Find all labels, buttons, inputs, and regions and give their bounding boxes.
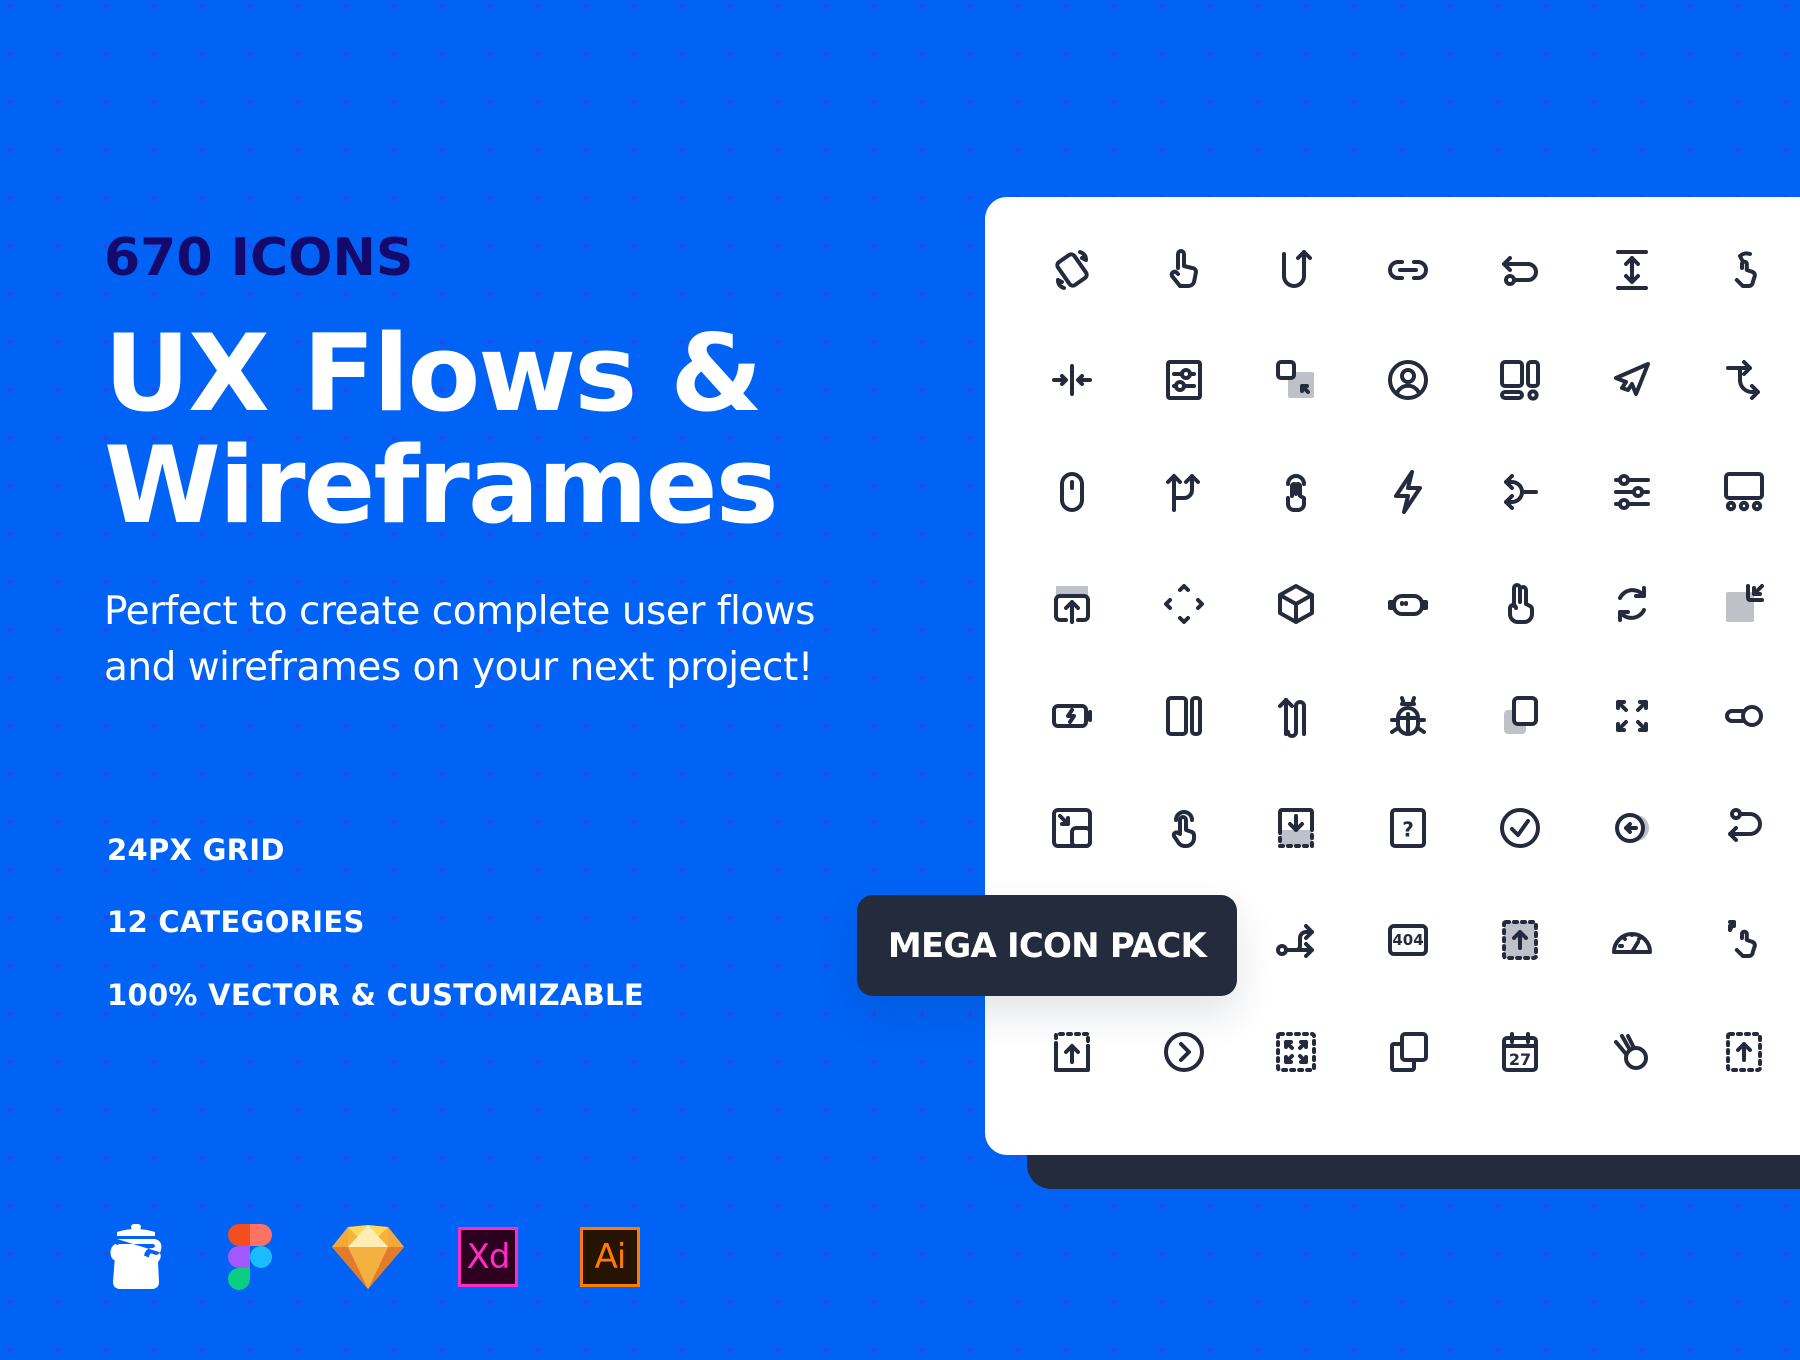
- robot-icon: [1378, 574, 1438, 634]
- fullscreen-dashed-icon: [1266, 1022, 1326, 1082]
- up-down-path-icon: [1266, 686, 1326, 746]
- speedometer-icon: [1602, 910, 1662, 970]
- u-turn-up-icon: [1266, 240, 1326, 300]
- copy-icon: [1378, 1022, 1438, 1082]
- lightning-icon: [1378, 462, 1438, 522]
- back-coin-icon: [1602, 798, 1662, 858]
- adobe-xd-icon: Xd: [452, 1222, 524, 1292]
- link-icon: [1378, 240, 1438, 300]
- tap-finger-icon: [1154, 240, 1214, 300]
- branch-right-icon: [1714, 350, 1774, 410]
- user-circle-icon: [1378, 350, 1438, 410]
- help-box-icon: ?: [1378, 798, 1438, 858]
- feature-vector: 100% VECTOR & CUSTOMIZABLE: [107, 978, 644, 1012]
- cursor-pointer-icon: [1602, 350, 1662, 410]
- subtitle: Perfect to create complete user flows an…: [104, 589, 815, 690]
- iconjar-icon: [100, 1222, 172, 1292]
- bug-icon: [1378, 686, 1438, 746]
- error-404-icon: 404: [1378, 910, 1438, 970]
- vertical-resize-icon: [1602, 240, 1662, 300]
- swipe-ball-icon: [1602, 1022, 1662, 1082]
- adobe-illustrator-icon: Ai: [574, 1222, 646, 1292]
- upload-dashed-filled-icon: [1490, 910, 1550, 970]
- pinch-gesture-icon: [1714, 910, 1774, 970]
- battery-charging-icon: [1042, 686, 1102, 746]
- dashboard-layout-icon: [1490, 350, 1550, 410]
- rotate-device-icon: [1042, 240, 1102, 300]
- merge-left-icon: [1490, 462, 1550, 522]
- double-tap-icon: [1266, 462, 1326, 522]
- cube-icon: [1266, 574, 1326, 634]
- figma-icon: [214, 1222, 286, 1292]
- icon-preview-panel: ? 404 27: [985, 197, 1800, 1155]
- feature-grid: 24PX GRID: [107, 833, 285, 867]
- title-line-2: Wireframes: [104, 424, 779, 547]
- settings-panel-icon: [1154, 350, 1214, 410]
- collapse-horizontal-icon: [1042, 350, 1102, 410]
- feature-categories: 12 CATEGORIES: [107, 905, 365, 939]
- minimize-corner-icon: [1714, 574, 1774, 634]
- mouse-icon: [1042, 462, 1102, 522]
- upload-box-icon: [1042, 1022, 1102, 1082]
- download-area-icon: [1266, 798, 1326, 858]
- adobe-xd-logo: Xd: [458, 1227, 518, 1287]
- flow-split-icon: [1266, 910, 1326, 970]
- upload-screen-icon: [1042, 574, 1102, 634]
- page-title: UX Flows & Wireframes: [104, 312, 779, 547]
- mega-icon-pack-badge: MEGA ICON PACK: [857, 895, 1237, 996]
- loop-back-icon: [1714, 798, 1774, 858]
- minimize-window-icon: [1042, 798, 1102, 858]
- tap-hold-icon: [1154, 798, 1214, 858]
- flow-return-icon: [1490, 240, 1550, 300]
- error-404-label: 404: [1392, 931, 1423, 949]
- chevron-circle-icon: [1154, 1022, 1214, 1082]
- sketch-icon: [328, 1222, 408, 1292]
- adobe-ai-logo: Ai: [580, 1227, 640, 1287]
- upload-dashed-icon: [1714, 1022, 1774, 1082]
- drag-to-corner-icon: [1266, 350, 1326, 410]
- refresh-icon: [1602, 574, 1662, 634]
- layer-stack-icon: [1490, 686, 1550, 746]
- carousel-icon: [1714, 462, 1774, 522]
- split-arrows-icon: [1154, 462, 1214, 522]
- toggle-key-icon: [1714, 686, 1774, 746]
- eyebrow-count: 670 ICONS: [104, 228, 414, 288]
- fullscreen-arrows-icon: [1602, 686, 1662, 746]
- check-circle-icon: [1490, 798, 1550, 858]
- columns-icon: [1154, 686, 1214, 746]
- swipe-back-gesture-icon: [1714, 240, 1774, 300]
- two-fingers-icon: [1490, 574, 1550, 634]
- sliders-icon: [1602, 462, 1662, 522]
- help-box-label: ?: [1402, 818, 1414, 842]
- calendar-icon: 27: [1490, 1022, 1550, 1082]
- title-line-1: UX Flows &: [104, 312, 763, 435]
- calendar-label: 27: [1509, 1050, 1531, 1069]
- expand-diamond-icon: [1154, 574, 1214, 634]
